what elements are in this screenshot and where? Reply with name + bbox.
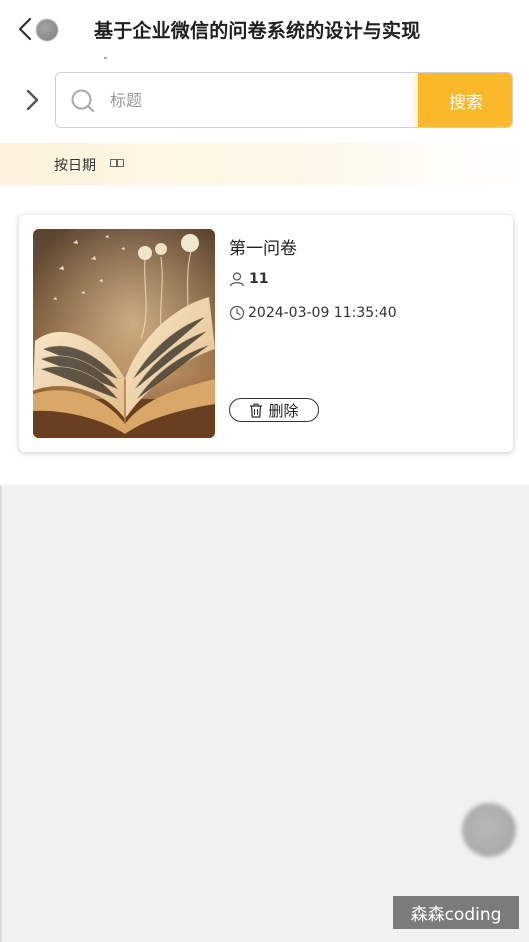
trash-icon xyxy=(250,403,263,418)
participants-value: 11 xyxy=(249,271,269,287)
search-box: 搜索 xyxy=(55,72,513,128)
watermark: 森森coding xyxy=(393,896,519,929)
chevron-left-icon xyxy=(18,17,32,41)
search-row: 搜索 xyxy=(0,62,529,140)
touch-indicator xyxy=(36,19,58,41)
search-icon xyxy=(71,89,94,112)
participants-count: 11 xyxy=(229,271,268,287)
divider xyxy=(104,57,107,59)
survey-title: 第一问卷 xyxy=(229,239,297,259)
search-button[interactable]: 搜索 xyxy=(418,73,512,127)
delete-label: 删除 xyxy=(268,401,299,420)
survey-list: 第一问卷 11 2024-03-09 11:35:40 删除 xyxy=(0,185,529,485)
survey-thumbnail xyxy=(33,229,215,438)
created-datetime: 2024-03-09 11:35:40 xyxy=(229,305,397,321)
sort-bar: 按日期 xyxy=(0,143,529,185)
back-button[interactable] xyxy=(16,14,60,46)
empty-area xyxy=(0,485,529,942)
sort-by-date-button[interactable]: 按日期 xyxy=(54,155,96,175)
header-bar: 基于企业微信的问卷系统的设计与实现 xyxy=(0,0,529,62)
user-icon xyxy=(229,272,245,287)
expand-button[interactable] xyxy=(24,88,42,112)
chevron-right-icon xyxy=(26,89,39,111)
search-input[interactable] xyxy=(110,73,410,127)
datetime-value: 2024-03-09 11:35:40 xyxy=(248,305,397,321)
sort-icon[interactable] xyxy=(110,158,124,168)
floating-action-button[interactable] xyxy=(462,803,516,857)
open-book-image xyxy=(33,229,215,438)
page-title: 基于企业微信的问卷系统的设计与实现 xyxy=(94,20,421,42)
divider xyxy=(0,485,2,942)
clock-icon xyxy=(229,305,245,321)
delete-button[interactable]: 删除 xyxy=(229,398,319,422)
survey-card[interactable]: 第一问卷 11 2024-03-09 11:35:40 删除 xyxy=(19,215,513,452)
